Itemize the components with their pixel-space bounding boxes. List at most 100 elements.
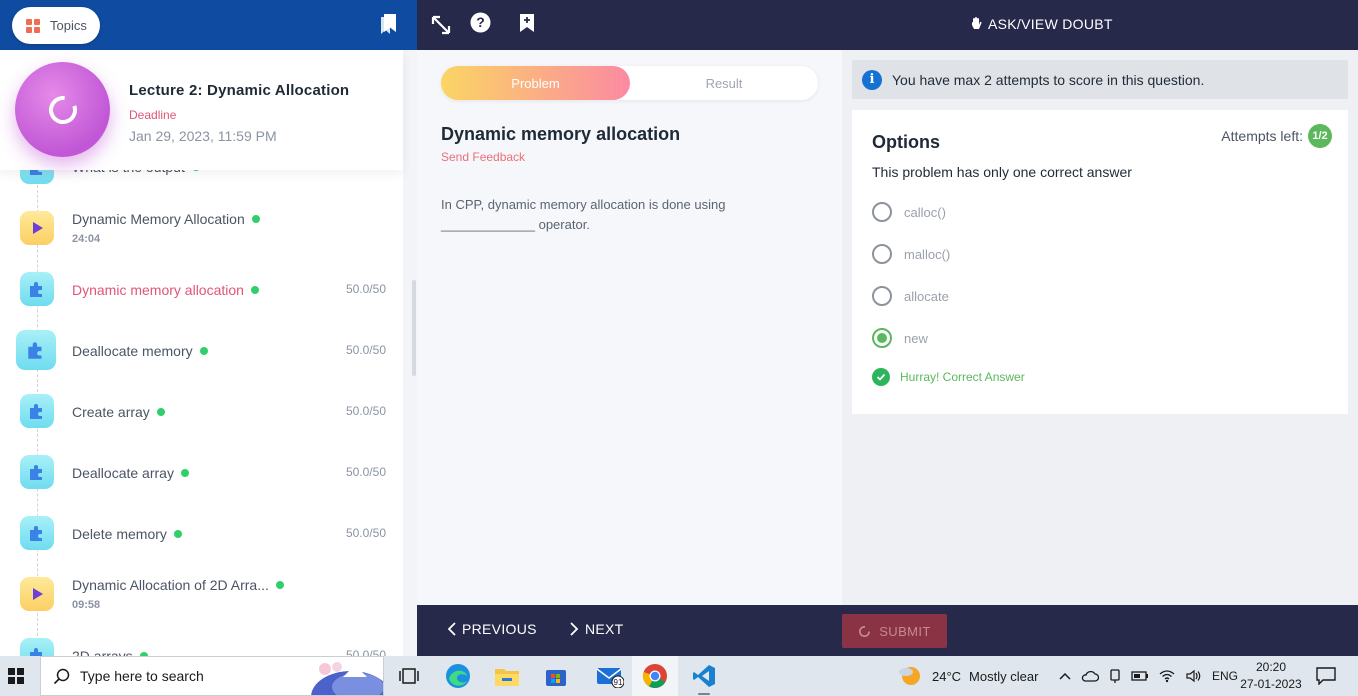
next-button[interactable]: NEXT (570, 621, 624, 637)
windows-start-icon[interactable] (8, 668, 24, 684)
option-allocate[interactable]: allocate (872, 286, 949, 306)
wifi-icon[interactable] (1158, 669, 1176, 683)
tab-problem[interactable]: Problem (441, 66, 630, 100)
complete-dot (199, 347, 208, 355)
edge-browser-icon[interactable] (444, 662, 472, 690)
mail-icon[interactable]: 91 (591, 662, 629, 690)
options-panel: i You have max 2 attempts to score in th… (842, 50, 1358, 605)
list-item[interactable]: Create array 50.0/50 (0, 381, 403, 442)
file-explorer-icon[interactable] (493, 662, 521, 690)
radio-button-selected[interactable] (872, 328, 892, 348)
ask-doubt-label: ASK/VIEW DOUBT (988, 16, 1113, 32)
problem-result-toggle: Problem Result (441, 66, 818, 100)
task-view-icon[interactable] (395, 662, 423, 690)
taskbar-clock[interactable]: 20:20 27-01-2023 (1236, 659, 1306, 693)
item-title: Dynamic Allocation of 2D Arra... (72, 577, 284, 593)
help-icon[interactable]: ? (470, 12, 491, 33)
list-item[interactable]: Dynamic memory allocation 50.0/50 (0, 259, 403, 320)
search-icon (53, 668, 70, 684)
option-label: malloc() (904, 246, 951, 262)
svg-text:?: ? (476, 14, 485, 30)
weather-widget[interactable]: 24°C Mostly clear (898, 656, 1038, 696)
complete-dot (156, 408, 165, 416)
item-score: 50.0/50 (345, 526, 386, 540)
windows-taskbar: Type here to search 91 24°C Mostly clear (0, 656, 1358, 696)
item-title: Deallocate array (72, 465, 189, 481)
info-icon: i (862, 69, 882, 90)
search-placeholder: Type here to search (80, 668, 204, 684)
complete-dot (251, 215, 260, 223)
sidebar-scrollbar[interactable] (412, 280, 416, 376)
lecture-progress-circle (15, 62, 110, 157)
option-label: calloc() (904, 204, 946, 220)
weather-temp: 24°C (932, 668, 962, 684)
deadline-value: Jan 29, 2023, 11:59 PM (129, 128, 277, 144)
item-title: Dynamic Memory Allocation (72, 211, 260, 227)
puzzle-icon (20, 516, 54, 550)
send-feedback-link[interactable]: Send Feedback (441, 150, 525, 164)
clock-time: 20:20 (1255, 660, 1287, 674)
next-label: NEXT (585, 621, 624, 637)
item-score: 50.0/50 (345, 648, 386, 656)
item-title: Dynamic memory allocation (72, 282, 259, 298)
list-item[interactable]: Deallocate memory 50.0/50 (0, 320, 403, 381)
weather-text: Mostly clear (969, 668, 1039, 684)
onedrive-cloud-icon[interactable] (1081, 669, 1099, 683)
attempts-badge: 1/2 (1308, 124, 1332, 148)
check-circle-icon (872, 368, 890, 386)
item-duration: 24:04 (72, 233, 101, 245)
puzzle-icon (20, 455, 54, 489)
topics-button[interactable]: Topics (12, 7, 100, 44)
puzzle-icon (20, 638, 54, 656)
option-label: allocate (904, 288, 949, 304)
item-score: 50.0/50 (345, 343, 386, 357)
complete-dot (250, 286, 259, 294)
radio-button[interactable] (872, 202, 892, 222)
problem-statement: In CPP, dynamic memory allocation is don… (441, 197, 726, 232)
sidebar: Topics Lecture 2: Dynamic Allocation Dea… (0, 0, 417, 656)
bookmark-add-icon[interactable] (519, 13, 535, 33)
list-item[interactable]: Dynamic Memory Allocation 24:04 (0, 198, 403, 259)
list-item[interactable]: Dynamic Allocation of 2D Arra... 09:58 (0, 564, 403, 625)
correct-answer-text: Hurray! Correct Answer (900, 370, 1025, 384)
language-indicator[interactable]: ENG (1212, 669, 1238, 683)
system-tray: ENG (1058, 656, 1238, 696)
previous-button[interactable]: PREVIOUS (447, 621, 537, 637)
radio-button[interactable] (872, 244, 892, 264)
puzzle-icon (20, 394, 54, 428)
option-new[interactable]: new (872, 328, 928, 348)
volume-icon[interactable] (1185, 669, 1203, 683)
problem-panel: Problem Result Dynamic memory allocation… (417, 50, 842, 605)
chevron-up-icon[interactable] (1058, 671, 1072, 681)
attempts-left: Attempts left: 1/2 (1221, 124, 1332, 148)
tab-result[interactable]: Result (630, 66, 818, 100)
network-device-icon[interactable] (1108, 668, 1122, 684)
battery-icon[interactable] (1131, 670, 1149, 682)
attempts-info-banner: i You have max 2 attempts to score in th… (852, 60, 1348, 99)
attempts-info-text: You have max 2 attempts to score in this… (892, 71, 1205, 88)
list-item[interactable]: Delete memory 50.0/50 (0, 503, 403, 564)
complete-dot (275, 581, 284, 589)
item-score: 50.0/50 (345, 404, 386, 418)
taskbar-search[interactable]: Type here to search (40, 656, 384, 696)
chevron-right-icon (570, 622, 579, 636)
previous-label: PREVIOUS (462, 621, 537, 637)
deadline-label: Deadline (129, 108, 177, 122)
ask-doubt-button[interactable]: ASK/VIEW DOUBT (970, 16, 1113, 32)
option-malloc[interactable]: malloc() (872, 244, 950, 264)
list-item[interactable]: Deallocate array 50.0/50 (0, 442, 403, 503)
submit-button[interactable]: SUBMIT (842, 614, 947, 648)
radio-button[interactable] (872, 286, 892, 306)
expand-icon[interactable] (430, 14, 452, 36)
raised-hand-icon (972, 17, 982, 29)
notifications-icon[interactable] (1316, 667, 1336, 685)
microsoft-store-icon[interactable] (542, 662, 570, 690)
complete-dot (180, 469, 189, 477)
vscode-icon[interactable] (690, 662, 718, 695)
chevron-left-icon (447, 622, 456, 636)
search-highlight-art (311, 662, 383, 695)
chrome-browser-icon[interactable] (632, 656, 678, 696)
list-item[interactable]: 2D arrays 50.0/50 (0, 625, 403, 656)
option-calloc[interactable]: calloc() (872, 202, 946, 222)
bookmarks-icon[interactable] (377, 12, 399, 36)
